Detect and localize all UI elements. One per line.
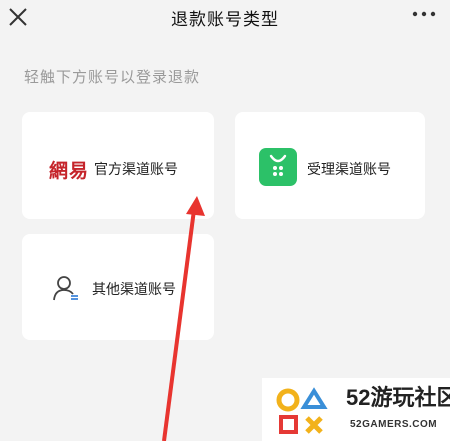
official-channel-label: 官方渠道账号	[94, 162, 178, 178]
gamepad-symbols-icon	[276, 387, 328, 434]
official-channel-account-card[interactable]: 網易 官方渠道账号	[22, 112, 214, 219]
watermark-url: 52GAMERS.COM	[350, 419, 438, 430]
watermark-logo: 52游玩社区 52GAMERS.COM	[262, 378, 450, 441]
page-title: 退款账号类型	[171, 10, 279, 30]
netease-logo: 網易	[49, 160, 90, 182]
more-icon[interactable]	[412, 9, 436, 19]
top-bar: 退款账号类型	[0, 0, 450, 40]
app-store-bag-icon	[259, 148, 297, 186]
person-swap-icon	[53, 276, 78, 301]
watermark-title: 52游玩社区	[346, 385, 450, 410]
other-channel-label: 其他渠道账号	[92, 282, 176, 298]
other-channel-account-card[interactable]: 其他渠道账号	[22, 234, 214, 340]
instruction-text: 轻触下方账号以登录退款	[24, 68, 201, 86]
agent-channel-label: 受理渠道账号	[307, 162, 391, 178]
agent-channel-account-card[interactable]: 受理渠道账号	[235, 112, 425, 219]
